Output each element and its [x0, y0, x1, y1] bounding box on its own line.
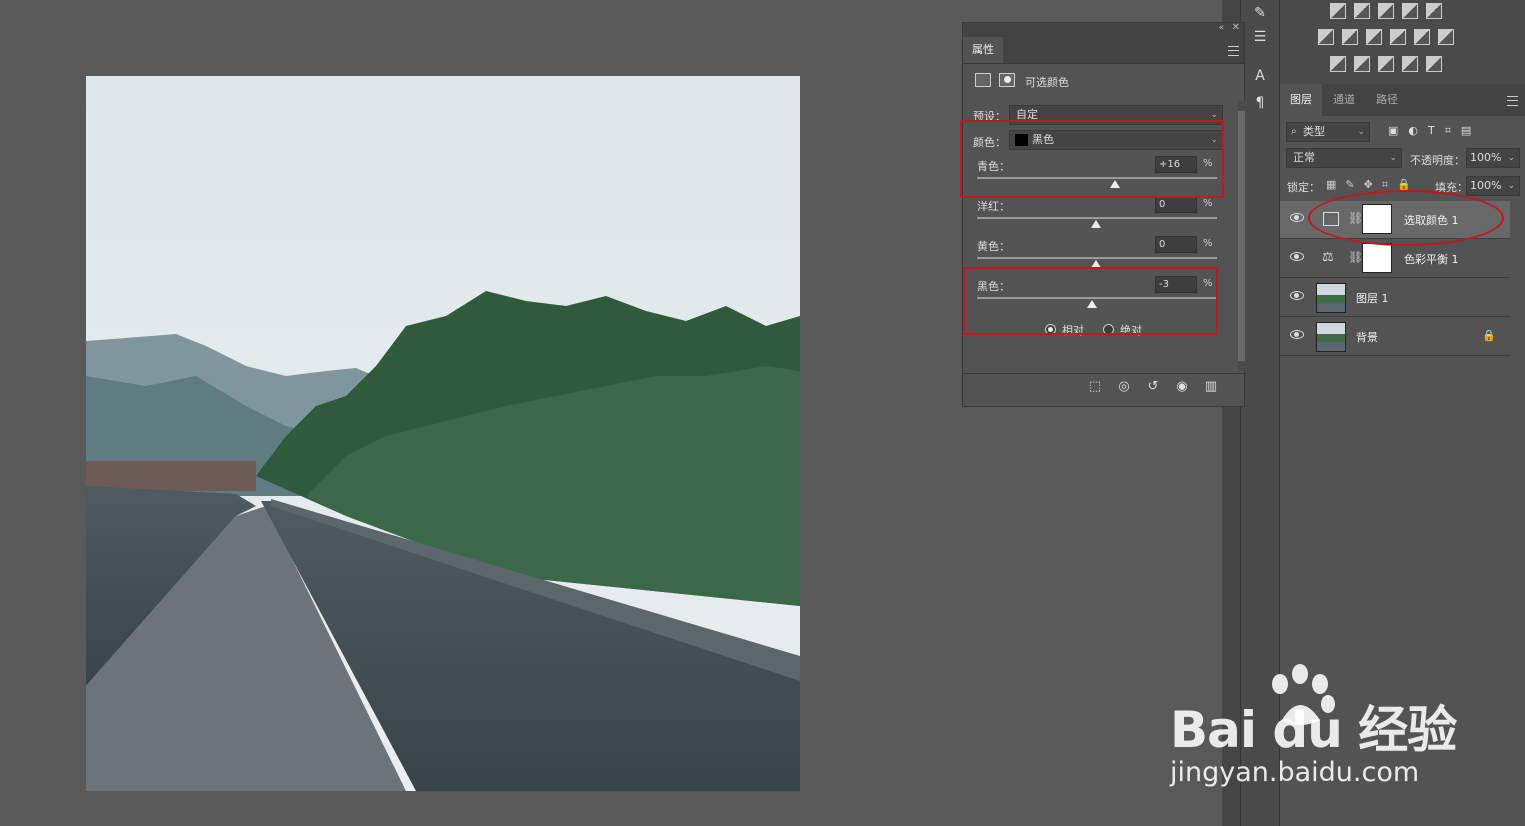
layers-menu-icon[interactable] [1507, 96, 1518, 106]
blend-mode-dropdown[interactable]: 正常 ⌄ [1286, 148, 1402, 168]
eye-icon[interactable] [1290, 252, 1304, 261]
eye-icon[interactable] [1290, 213, 1304, 222]
filter-value: 类型 [1303, 125, 1325, 138]
chevron-down-icon: ⌄ [1507, 153, 1515, 163]
selective-color-adjustment-icon[interactable] [975, 73, 991, 87]
layer-name: 图层 1 [1356, 292, 1389, 305]
baidu-watermark: Bai du 经验 jingyan.baidu.com [1170, 662, 1470, 792]
tab-paths[interactable]: 路径 [1376, 84, 1398, 116]
annotation-box-black [963, 267, 1218, 335]
layers-tabbar: 图层 通道 路径 [1280, 84, 1525, 116]
photo-filter-icon[interactable] [1390, 29, 1406, 45]
opacity-field[interactable]: 100% ⌄ [1466, 148, 1520, 168]
magenta-label: 洋红： [977, 200, 1010, 213]
layer-thumbnail[interactable] [1316, 283, 1346, 313]
scrollbar-thumb[interactable] [1238, 111, 1245, 361]
channel-mixer-icon[interactable] [1414, 29, 1430, 45]
yellow-value-input[interactable]: 0 [1155, 236, 1197, 253]
layer-name: 背景 [1356, 331, 1378, 344]
magenta-slider-thumb[interactable] [1091, 220, 1101, 228]
layer-row-layer1[interactable]: 图层 1 [1280, 279, 1510, 317]
layer-filter-dropdown[interactable]: ⌕ 类型 ⌄ [1286, 122, 1370, 142]
chevron-down-icon: ⌄ [1389, 153, 1397, 163]
exposure-icon[interactable] [1402, 3, 1418, 19]
color-balance-icon[interactable] [1342, 29, 1358, 45]
adjustment-title: 可选颜色 [1025, 76, 1069, 89]
view-previous-icon[interactable]: ◎ [1116, 379, 1132, 395]
levels-icon[interactable] [1354, 3, 1370, 19]
magenta-value-input[interactable]: 0 [1155, 196, 1197, 213]
annotation-box-color-cyan [960, 120, 1224, 198]
layer-row-background[interactable]: 背景 🔒 [1280, 318, 1510, 356]
selective-color-icon[interactable] [1402, 56, 1418, 72]
adjustments-row-1 [1330, 3, 1442, 19]
document-canvas-image[interactable] [86, 76, 800, 791]
close-icon[interactable]: ✕ [1232, 22, 1240, 33]
link-icon[interactable]: ⛓ [1348, 250, 1363, 264]
fill-field[interactable]: 100% ⌄ [1466, 176, 1520, 196]
properties-tabbar: 属性 [963, 37, 1244, 64]
hue-saturation-icon[interactable] [1318, 29, 1334, 45]
mask-icon[interactable] [999, 73, 1015, 87]
properties-scrollbar[interactable] [1238, 101, 1245, 371]
search-icon: ⌕ [1291, 126, 1297, 137]
curves-icon[interactable] [1378, 3, 1394, 19]
brush-settings-icon[interactable]: ☰ [1249, 26, 1271, 48]
opacity-value: 100% [1470, 151, 1502, 164]
yellow-slider-track[interactable] [977, 257, 1217, 259]
tab-properties[interactable]: 属性 [963, 37, 1003, 63]
magenta-slider-track[interactable] [977, 217, 1217, 219]
tab-layers[interactable]: 图层 [1280, 84, 1322, 116]
watermark-url: jingyan.baidu.com [1170, 757, 1420, 788]
opacity-label: 不透明度： [1410, 154, 1465, 167]
black-white-icon[interactable] [1366, 29, 1382, 45]
character-icon[interactable]: A [1249, 65, 1271, 87]
eye-icon[interactable] [1290, 330, 1304, 339]
lock-label: 锁定： [1287, 181, 1320, 194]
properties-panel: « ✕ 属性 可选颜色 预设： 自定 ⌄ 颜色： 黑色 ⌄ 青色： +16 % … [960, 22, 1245, 407]
brightness-icon[interactable] [1330, 3, 1346, 19]
delete-icon[interactable]: ▥ [1203, 379, 1219, 395]
panel-menu-icon[interactable] [1228, 46, 1239, 56]
color-balance-layer-icon: ⚖ [1322, 250, 1334, 265]
gradient-map-icon[interactable] [1426, 56, 1442, 72]
layer-name: 色彩平衡 1 [1404, 253, 1459, 266]
footer-divider [963, 373, 1244, 374]
visibility-icon[interactable]: ◉ [1174, 379, 1190, 395]
fill-value: 100% [1470, 179, 1502, 192]
eye-icon[interactable] [1290, 291, 1304, 300]
threshold-icon[interactable] [1378, 56, 1394, 72]
layer-thumbnail[interactable] [1316, 322, 1346, 352]
brush-icon[interactable]: ✎ [1249, 2, 1271, 24]
layer-mask-thumbnail[interactable] [1362, 243, 1392, 273]
vibrance-icon[interactable] [1426, 3, 1442, 19]
clip-to-layer-icon[interactable]: ⬚ [1087, 379, 1103, 395]
invert-icon[interactable] [1330, 56, 1346, 72]
blend-mode-value: 正常 [1293, 151, 1315, 164]
yellow-unit: % [1203, 238, 1213, 249]
paragraph-icon[interactable]: ¶ [1249, 92, 1271, 114]
yellow-label: 黄色： [977, 240, 1010, 253]
lock-icon: 🔒 [1482, 329, 1496, 342]
properties-titlebar[interactable]: « ✕ [963, 22, 1244, 37]
magenta-unit: % [1203, 198, 1213, 209]
annotation-ellipse-selected-layer [1308, 190, 1504, 246]
chevron-down-icon: ⌄ [1357, 127, 1365, 137]
color-lookup-icon[interactable] [1438, 29, 1454, 45]
reset-icon[interactable]: ↺ [1145, 379, 1161, 395]
watermark-brand: Bai du 经验 [1170, 701, 1457, 759]
tab-channels[interactable]: 通道 [1333, 84, 1355, 116]
posterize-icon[interactable] [1354, 56, 1370, 72]
adjustments-row-2 [1318, 29, 1454, 45]
collapse-icon[interactable]: « [1218, 23, 1224, 33]
layer-filter-icons[interactable]: ▣◐T⌗▤ [1388, 124, 1481, 138]
chevron-down-icon: ⌄ [1507, 181, 1515, 191]
adjustments-row-3 [1330, 56, 1442, 72]
